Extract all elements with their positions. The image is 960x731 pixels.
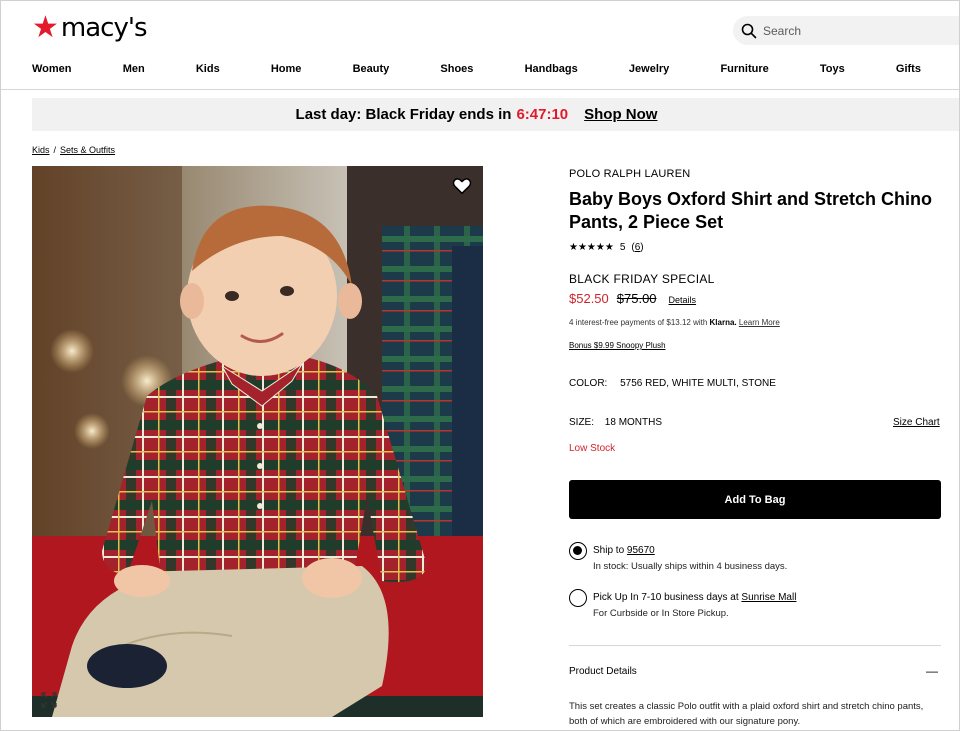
pickup-label: Pick Up In 7-10 business days at bbox=[593, 592, 739, 603]
promo-text: Last day: Black Friday ends in bbox=[295, 106, 512, 123]
rating-stars-icon: ★★★★★ bbox=[569, 242, 614, 253]
nav-furniture[interactable]: Furniture bbox=[720, 63, 768, 75]
pickup-radio[interactable] bbox=[569, 589, 587, 607]
favorite-heart-icon[interactable] bbox=[451, 175, 473, 197]
size-selection: SIZE: 18 MONTHS bbox=[569, 417, 662, 428]
pickup-store-link[interactable]: Sunrise Mall bbox=[741, 592, 796, 603]
star-logo-icon: ★ bbox=[32, 11, 59, 44]
main-nav: Women Men Kids Home Beauty Shoes Handbag… bbox=[32, 63, 921, 75]
search-icon bbox=[741, 23, 757, 38]
nav-kids[interactable]: Kids bbox=[196, 63, 220, 75]
size-chart-link[interactable]: Size Chart bbox=[893, 417, 940, 428]
breadcrumb-kids[interactable]: Kids bbox=[32, 145, 50, 155]
nav-handbags[interactable]: Handbags bbox=[525, 63, 578, 75]
sale-price: $52.50 bbox=[569, 291, 609, 306]
ship-to-radio[interactable] bbox=[569, 542, 587, 560]
klarna-brand: Klarna. bbox=[709, 318, 737, 327]
klarna-financing: 4 interest-free payments of $13.12 with … bbox=[569, 318, 780, 327]
price-details-link[interactable]: Details bbox=[669, 295, 697, 305]
ship-availability: In stock: Usually ships within 4 busines… bbox=[593, 561, 788, 572]
stock-status: Low Stock bbox=[569, 443, 616, 454]
search-input[interactable] bbox=[763, 23, 943, 38]
logo-wordmark: macy's bbox=[60, 13, 148, 43]
nav-men[interactable]: Men bbox=[123, 63, 145, 75]
ship-to-option: Ship to 95670 bbox=[593, 545, 655, 556]
original-price: $75.00 bbox=[616, 291, 657, 306]
nav-shoes[interactable]: Shoes bbox=[440, 63, 473, 75]
product-image[interactable] bbox=[32, 166, 483, 717]
expand-icon[interactable] bbox=[40, 691, 58, 709]
nav-home[interactable]: Home bbox=[271, 63, 302, 75]
rating-count[interactable]: 6 bbox=[635, 242, 641, 253]
breadcrumb-separator: / bbox=[53, 145, 57, 155]
nav-beauty[interactable]: Beauty bbox=[353, 63, 390, 75]
details-divider bbox=[569, 645, 941, 646]
bonus-offer-link[interactable]: Bonus $9.99 Snoopy Plush bbox=[569, 341, 666, 350]
ship-zip-link[interactable]: 95670 bbox=[627, 545, 655, 556]
promo-countdown: 6:47:10 bbox=[516, 106, 569, 123]
klarna-learn-more-link[interactable]: Learn More bbox=[739, 318, 780, 327]
product-details-toggle[interactable]: Product Details bbox=[569, 666, 637, 677]
add-to-bag-button[interactable]: Add To Bag bbox=[569, 480, 941, 519]
product-title: Baby Boys Oxford Shirt and Stretch Chino… bbox=[569, 189, 933, 232]
color-value: 5756 RED, WHITE MULTI, STONE bbox=[620, 378, 776, 389]
color-label: COLOR: bbox=[569, 378, 608, 389]
page: ★ macy's Women Men Kids Home Beauty Shoe… bbox=[0, 0, 960, 731]
pickup-availability: For Curbside or In Store Pickup. bbox=[593, 608, 729, 619]
collapse-minus-icon[interactable]: — bbox=[926, 664, 938, 678]
macys-logo[interactable]: ★ macy's bbox=[32, 11, 148, 44]
nav-jewelry[interactable]: Jewelry bbox=[629, 63, 669, 75]
nav-gifts[interactable]: Gifts bbox=[896, 63, 921, 75]
black-friday-special-label: BLACK FRIDAY SPECIAL bbox=[569, 272, 715, 286]
shop-now-link[interactable]: Shop Now bbox=[584, 106, 657, 123]
nav-women[interactable]: Women bbox=[32, 63, 72, 75]
ship-to-label: Ship to bbox=[593, 545, 625, 556]
rating-value: 5 bbox=[619, 242, 626, 253]
size-value: 18 MONTHS bbox=[604, 417, 663, 428]
nav-divider bbox=[1, 89, 959, 90]
size-label: SIZE: bbox=[569, 417, 595, 428]
product-description: This set creates a classic Polo outfit w… bbox=[569, 701, 924, 727]
breadcrumb: Kids / Sets & Outfits bbox=[32, 145, 115, 155]
klarna-text: 4 interest-free payments of $13.12 with bbox=[569, 318, 708, 327]
breadcrumb-sets-outfits[interactable]: Sets & Outfits bbox=[60, 145, 115, 155]
search-bar[interactable] bbox=[733, 16, 959, 45]
product-rating[interactable]: ★★★★★ 5 (6) bbox=[569, 242, 644, 253]
rating-count-wrapper: (6) bbox=[631, 242, 644, 253]
color-selection: COLOR: 5756 RED, WHITE MULTI, STONE bbox=[569, 378, 776, 389]
pickup-option: Pick Up In 7-10 business days at Sunrise… bbox=[593, 592, 796, 603]
product-brand[interactable]: POLO RALPH LAUREN bbox=[569, 168, 690, 180]
promo-banner: Last day: Black Friday ends in 6:47:10 S… bbox=[32, 98, 959, 131]
nav-toys[interactable]: Toys bbox=[820, 63, 845, 75]
product-photo-illustration bbox=[32, 166, 483, 717]
price-block: $52.50 $75.00 Details bbox=[569, 291, 696, 306]
